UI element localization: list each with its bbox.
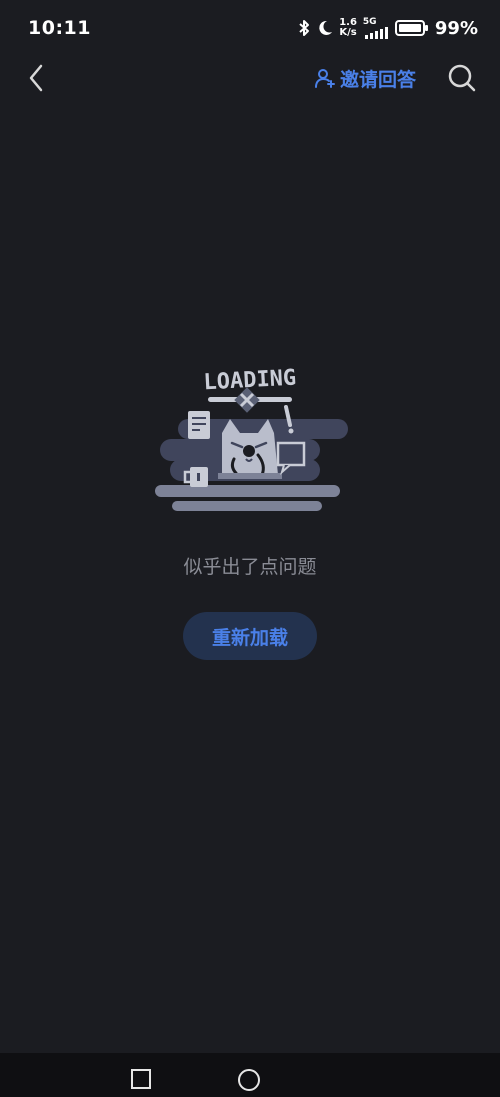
home-icon[interactable]: [238, 1069, 260, 1091]
error-message: 似乎出了点问题: [183, 556, 317, 578]
chevron-left-icon: [29, 64, 43, 92]
back-button[interactable]: [16, 58, 56, 98]
invite-answer-button[interactable]: 邀请回答: [314, 62, 416, 94]
bluetooth-icon: [299, 20, 310, 36]
cellular-status: 5G: [362, 16, 389, 39]
reload-button[interactable]: 重新加载: [183, 612, 317, 660]
search-button[interactable]: [442, 58, 482, 98]
status-icons: 1.6 K/s 5G 99%: [297, 16, 478, 39]
recent-apps-icon[interactable]: [131, 1069, 151, 1089]
invite-answer-label: 邀请回答: [340, 68, 417, 91]
network-speed: 1.6 K/s: [339, 18, 357, 38]
moon-icon: [319, 20, 333, 35]
status-bar: 10:11 1.6 K/s 5G 99%: [0, 0, 500, 56]
document-icon: [188, 411, 210, 439]
top-nav-bar: 邀请回答: [0, 56, 500, 100]
network-type: 5G: [362, 16, 377, 27]
error-illustration: LOADING: [150, 355, 350, 515]
battery-percent: 99%: [434, 17, 478, 39]
person-add-icon: [315, 69, 335, 88]
system-nav-bar: [0, 1053, 500, 1097]
status-time: 10:11: [28, 17, 91, 39]
net-speed-unit: K/s: [339, 27, 357, 38]
signal-icon: [364, 26, 388, 39]
battery-icon: [394, 20, 428, 36]
search-icon: [448, 64, 476, 92]
